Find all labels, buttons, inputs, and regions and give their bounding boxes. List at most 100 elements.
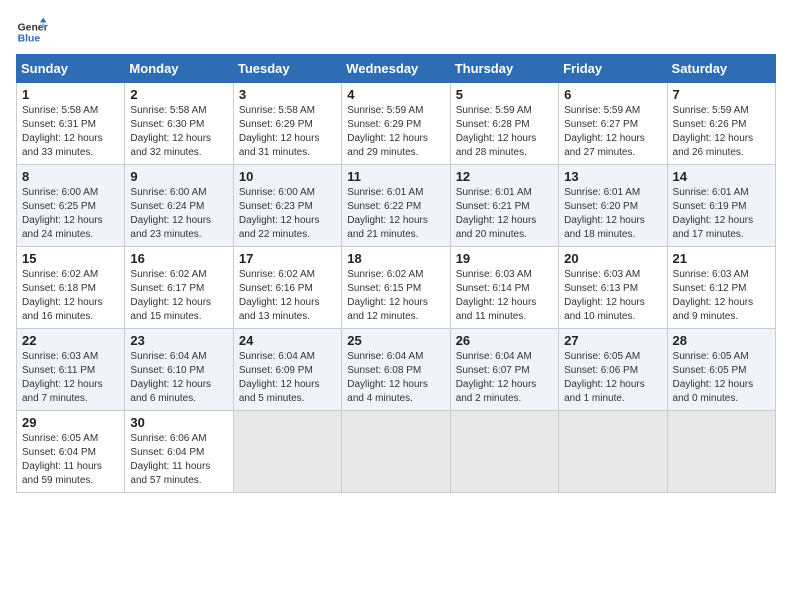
- day-cell: 26 Sunrise: 6:04 AMSunset: 6:07 PMDaylig…: [450, 329, 558, 411]
- day-info: Sunrise: 6:04 AMSunset: 6:07 PMDaylight:…: [456, 351, 537, 404]
- logo-icon: General Blue: [16, 16, 48, 48]
- day-info: Sunrise: 6:03 AMSunset: 6:14 PMDaylight:…: [456, 269, 537, 322]
- day-cell: 23 Sunrise: 6:04 AMSunset: 6:10 PMDaylig…: [125, 329, 233, 411]
- day-cell: 22 Sunrise: 6:03 AMSunset: 6:11 PMDaylig…: [17, 329, 125, 411]
- day-cell: 21 Sunrise: 6:03 AMSunset: 6:12 PMDaylig…: [667, 247, 775, 329]
- day-cell: 30 Sunrise: 6:06 AMSunset: 6:04 PMDaylig…: [125, 411, 233, 493]
- day-number: 19: [456, 251, 553, 266]
- day-info: Sunrise: 5:58 AMSunset: 6:31 PMDaylight:…: [22, 105, 103, 158]
- day-info: Sunrise: 6:05 AMSunset: 6:05 PMDaylight:…: [673, 351, 754, 404]
- day-number: 22: [22, 333, 119, 348]
- day-cell: 14 Sunrise: 6:01 AMSunset: 6:19 PMDaylig…: [667, 165, 775, 247]
- day-cell: 6 Sunrise: 5:59 AMSunset: 6:27 PMDayligh…: [559, 83, 667, 165]
- day-info: Sunrise: 5:59 AMSunset: 6:27 PMDaylight:…: [564, 105, 645, 158]
- day-cell: 28 Sunrise: 6:05 AMSunset: 6:05 PMDaylig…: [667, 329, 775, 411]
- day-number: 16: [130, 251, 227, 266]
- day-info: Sunrise: 6:04 AMSunset: 6:10 PMDaylight:…: [130, 351, 211, 404]
- col-header-wednesday: Wednesday: [342, 55, 450, 83]
- day-cell: 13 Sunrise: 6:01 AMSunset: 6:20 PMDaylig…: [559, 165, 667, 247]
- day-number: 14: [673, 169, 770, 184]
- week-row-5: 29 Sunrise: 6:05 AMSunset: 6:04 PMDaylig…: [17, 411, 776, 493]
- day-info: Sunrise: 6:03 AMSunset: 6:13 PMDaylight:…: [564, 269, 645, 322]
- day-info: Sunrise: 6:02 AMSunset: 6:17 PMDaylight:…: [130, 269, 211, 322]
- day-cell: [667, 411, 775, 493]
- day-cell: [559, 411, 667, 493]
- day-cell: 16 Sunrise: 6:02 AMSunset: 6:17 PMDaylig…: [125, 247, 233, 329]
- day-info: Sunrise: 6:02 AMSunset: 6:18 PMDaylight:…: [22, 269, 103, 322]
- week-row-1: 1 Sunrise: 5:58 AMSunset: 6:31 PMDayligh…: [17, 83, 776, 165]
- day-cell: 27 Sunrise: 6:05 AMSunset: 6:06 PMDaylig…: [559, 329, 667, 411]
- day-number: 23: [130, 333, 227, 348]
- col-header-thursday: Thursday: [450, 55, 558, 83]
- day-cell: 5 Sunrise: 5:59 AMSunset: 6:28 PMDayligh…: [450, 83, 558, 165]
- week-row-2: 8 Sunrise: 6:00 AMSunset: 6:25 PMDayligh…: [17, 165, 776, 247]
- day-info: Sunrise: 5:58 AMSunset: 6:30 PMDaylight:…: [130, 105, 211, 158]
- day-number: 3: [239, 87, 336, 102]
- day-number: 26: [456, 333, 553, 348]
- day-number: 10: [239, 169, 336, 184]
- day-info: Sunrise: 6:02 AMSunset: 6:15 PMDaylight:…: [347, 269, 428, 322]
- day-info: Sunrise: 6:05 AMSunset: 6:06 PMDaylight:…: [564, 351, 645, 404]
- day-info: Sunrise: 6:03 AMSunset: 6:12 PMDaylight:…: [673, 269, 754, 322]
- svg-text:Blue: Blue: [18, 34, 41, 45]
- header-row: SundayMondayTuesdayWednesdayThursdayFrid…: [17, 55, 776, 83]
- day-cell: 12 Sunrise: 6:01 AMSunset: 6:21 PMDaylig…: [450, 165, 558, 247]
- day-cell: [450, 411, 558, 493]
- day-number: 25: [347, 333, 444, 348]
- day-number: 11: [347, 169, 444, 184]
- col-header-saturday: Saturday: [667, 55, 775, 83]
- day-number: 2: [130, 87, 227, 102]
- day-cell: [233, 411, 341, 493]
- day-number: 17: [239, 251, 336, 266]
- day-number: 13: [564, 169, 661, 184]
- day-info: Sunrise: 6:05 AMSunset: 6:04 PMDaylight:…: [22, 433, 102, 486]
- day-cell: 29 Sunrise: 6:05 AMSunset: 6:04 PMDaylig…: [17, 411, 125, 493]
- day-number: 28: [673, 333, 770, 348]
- day-number: 24: [239, 333, 336, 348]
- col-header-monday: Monday: [125, 55, 233, 83]
- day-cell: 11 Sunrise: 6:01 AMSunset: 6:22 PMDaylig…: [342, 165, 450, 247]
- day-info: Sunrise: 6:01 AMSunset: 6:21 PMDaylight:…: [456, 187, 537, 240]
- day-cell: 18 Sunrise: 6:02 AMSunset: 6:15 PMDaylig…: [342, 247, 450, 329]
- day-cell: 17 Sunrise: 6:02 AMSunset: 6:16 PMDaylig…: [233, 247, 341, 329]
- day-info: Sunrise: 6:00 AMSunset: 6:25 PMDaylight:…: [22, 187, 103, 240]
- day-info: Sunrise: 6:06 AMSunset: 6:04 PMDaylight:…: [130, 433, 210, 486]
- week-row-3: 15 Sunrise: 6:02 AMSunset: 6:18 PMDaylig…: [17, 247, 776, 329]
- day-info: Sunrise: 5:59 AMSunset: 6:29 PMDaylight:…: [347, 105, 428, 158]
- header: General Blue: [16, 16, 776, 48]
- day-info: Sunrise: 6:02 AMSunset: 6:16 PMDaylight:…: [239, 269, 320, 322]
- day-cell: 4 Sunrise: 5:59 AMSunset: 6:29 PMDayligh…: [342, 83, 450, 165]
- col-header-sunday: Sunday: [17, 55, 125, 83]
- day-number: 8: [22, 169, 119, 184]
- day-cell: 8 Sunrise: 6:00 AMSunset: 6:25 PMDayligh…: [17, 165, 125, 247]
- day-info: Sunrise: 6:01 AMSunset: 6:19 PMDaylight:…: [673, 187, 754, 240]
- col-header-friday: Friday: [559, 55, 667, 83]
- day-number: 7: [673, 87, 770, 102]
- day-info: Sunrise: 5:59 AMSunset: 6:28 PMDaylight:…: [456, 105, 537, 158]
- day-number: 29: [22, 415, 119, 430]
- week-row-4: 22 Sunrise: 6:03 AMSunset: 6:11 PMDaylig…: [17, 329, 776, 411]
- day-number: 20: [564, 251, 661, 266]
- day-cell: 19 Sunrise: 6:03 AMSunset: 6:14 PMDaylig…: [450, 247, 558, 329]
- day-number: 1: [22, 87, 119, 102]
- day-cell: 9 Sunrise: 6:00 AMSunset: 6:24 PMDayligh…: [125, 165, 233, 247]
- day-info: Sunrise: 6:00 AMSunset: 6:24 PMDaylight:…: [130, 187, 211, 240]
- day-info: Sunrise: 6:01 AMSunset: 6:20 PMDaylight:…: [564, 187, 645, 240]
- day-info: Sunrise: 6:04 AMSunset: 6:08 PMDaylight:…: [347, 351, 428, 404]
- day-cell: 7 Sunrise: 5:59 AMSunset: 6:26 PMDayligh…: [667, 83, 775, 165]
- day-cell: [342, 411, 450, 493]
- day-number: 21: [673, 251, 770, 266]
- day-number: 6: [564, 87, 661, 102]
- day-info: Sunrise: 6:01 AMSunset: 6:22 PMDaylight:…: [347, 187, 428, 240]
- day-cell: 24 Sunrise: 6:04 AMSunset: 6:09 PMDaylig…: [233, 329, 341, 411]
- day-number: 27: [564, 333, 661, 348]
- day-info: Sunrise: 5:59 AMSunset: 6:26 PMDaylight:…: [673, 105, 754, 158]
- calendar-table: SundayMondayTuesdayWednesdayThursdayFrid…: [16, 54, 776, 493]
- day-number: 12: [456, 169, 553, 184]
- day-cell-1: 1 Sunrise: 5:58 AMSunset: 6:31 PMDayligh…: [17, 83, 125, 165]
- day-cell: 15 Sunrise: 6:02 AMSunset: 6:18 PMDaylig…: [17, 247, 125, 329]
- day-number: 5: [456, 87, 553, 102]
- day-cell: 25 Sunrise: 6:04 AMSunset: 6:08 PMDaylig…: [342, 329, 450, 411]
- day-cell: 3 Sunrise: 5:58 AMSunset: 6:29 PMDayligh…: [233, 83, 341, 165]
- day-cell: 2 Sunrise: 5:58 AMSunset: 6:30 PMDayligh…: [125, 83, 233, 165]
